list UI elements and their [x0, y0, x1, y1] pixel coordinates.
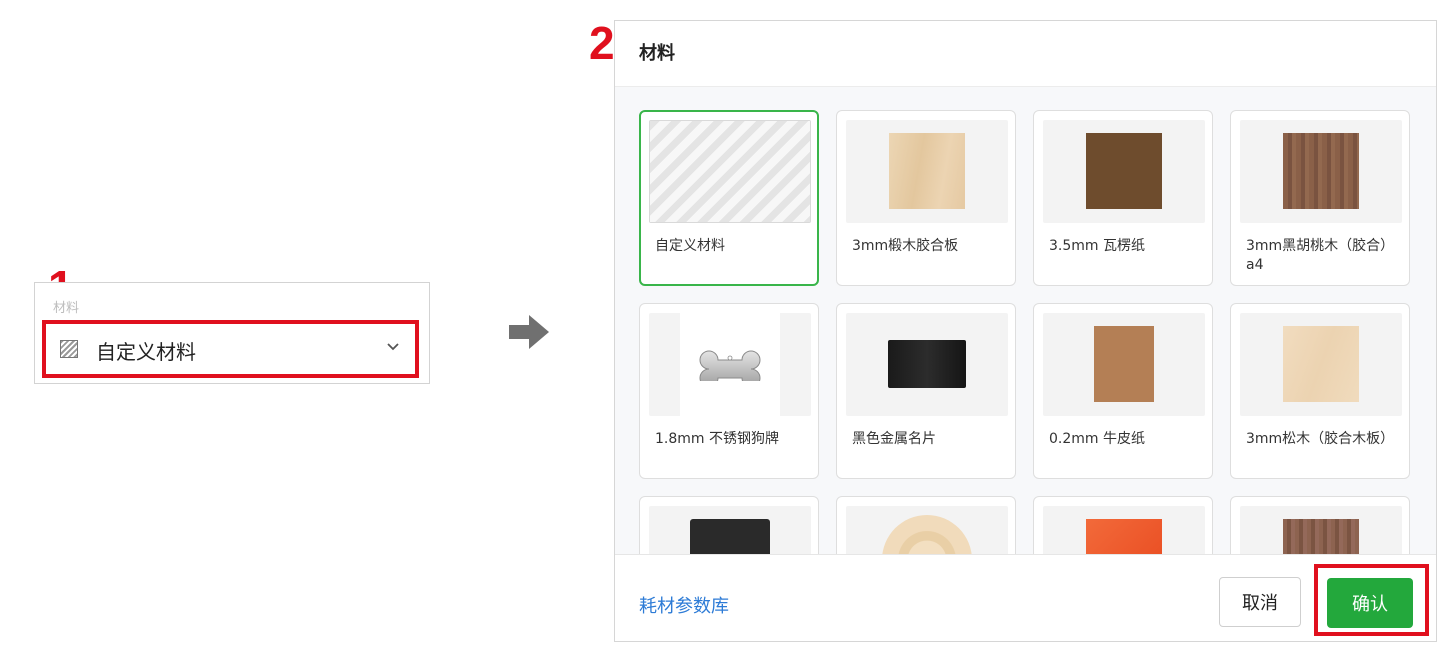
wood-slice-swatch — [882, 515, 972, 554]
dialog-title: 材料 — [639, 43, 675, 64]
right-arrow-icon — [509, 315, 549, 349]
material-thumbnail — [649, 120, 811, 223]
material-thumbnail — [649, 313, 811, 416]
material-dropdown-value: 自定义材料 — [96, 340, 196, 364]
custom-material-swatch — [649, 120, 811, 223]
material-name: 1.8mm 不锈钢狗牌 — [655, 431, 779, 447]
material-grid: 自定义材料 3mm椴木胶合板 3.5mm 瓦楞纸 3mm黑胡桃木（胶合）a4 1… — [639, 110, 1410, 554]
material-dialog: 材料 自定义材料 3mm椴木胶合板 3.5mm 瓦楞纸 3mm黑胡桃木（胶合）a… — [614, 20, 1437, 642]
material-name: 自定义材料 — [655, 238, 725, 254]
orange-acrylic-swatch — [1086, 519, 1162, 554]
material-card-kraft-paper[interactable]: 0.2mm 牛皮纸 — [1033, 303, 1213, 479]
material-dropdown[interactable]: 自定义材料 — [42, 320, 419, 378]
material-name: 3mm椴木胶合板 — [852, 238, 959, 254]
material-name: 黑色金属名片 — [852, 431, 936, 447]
cancel-button[interactable]: 取消 — [1219, 577, 1301, 627]
material-thumbnail — [1240, 506, 1402, 554]
black-card-swatch — [888, 340, 966, 388]
material-card-pine[interactable]: 3mm松木（胶合木板） — [1230, 303, 1410, 479]
corrugated-swatch — [1086, 133, 1162, 209]
material-library-link[interactable]: 耗材参数库 — [639, 592, 729, 618]
material-name: 3mm松木（胶合木板） — [1246, 431, 1395, 447]
material-name: 3mm黑胡桃木（胶合）a4 — [1246, 238, 1395, 273]
pine-swatch — [1283, 326, 1359, 402]
confirm-button[interactable]: 确认 — [1327, 578, 1413, 628]
material-card-walnut-2[interactable] — [1230, 496, 1410, 554]
material-thumbnail — [1043, 313, 1205, 416]
dog-tag-icon — [699, 350, 761, 381]
slate-swatch — [690, 519, 770, 554]
material-card-slate[interactable] — [639, 496, 819, 554]
material-thumbnail — [1240, 120, 1402, 223]
material-thumbnail — [846, 506, 1008, 554]
material-card-orange-acrylic[interactable] — [1033, 496, 1213, 554]
material-thumbnail — [1043, 120, 1205, 223]
material-thumbnail — [846, 120, 1008, 223]
material-thumbnail — [1043, 506, 1205, 554]
material-name: 3.5mm 瓦楞纸 — [1049, 238, 1145, 254]
material-thumbnail — [846, 313, 1008, 416]
material-label: 材料 — [53, 301, 80, 316]
hatched-swatch-icon — [60, 340, 78, 358]
material-name: 0.2mm 牛皮纸 — [1049, 431, 1145, 447]
footer-divider — [615, 554, 1436, 555]
material-card-corrugated[interactable]: 3.5mm 瓦楞纸 — [1033, 110, 1213, 286]
material-thumbnail — [1240, 313, 1402, 416]
chevron-down-icon[interactable] — [385, 338, 401, 354]
kraft-paper-swatch — [1094, 326, 1154, 402]
material-grid-area[interactable]: 自定义材料 3mm椴木胶合板 3.5mm 瓦楞纸 3mm黑胡桃木（胶合）a4 1… — [615, 87, 1436, 554]
material-card-wood-slice[interactable] — [836, 496, 1016, 554]
material-card-dog-tag[interactable]: 1.8mm 不锈钢狗牌 — [639, 303, 819, 479]
walnut-swatch — [1283, 133, 1359, 209]
walnut-swatch — [1283, 519, 1359, 554]
material-thumbnail — [649, 506, 811, 554]
birch-swatch — [889, 133, 965, 209]
material-card-custom[interactable]: 自定义材料 — [639, 110, 819, 286]
material-card-black-metal-card[interactable]: 黑色金属名片 — [836, 303, 1016, 479]
material-card-black-walnut[interactable]: 3mm黑胡桃木（胶合）a4 — [1230, 110, 1410, 286]
material-card-birch-plywood[interactable]: 3mm椴木胶合板 — [836, 110, 1016, 286]
